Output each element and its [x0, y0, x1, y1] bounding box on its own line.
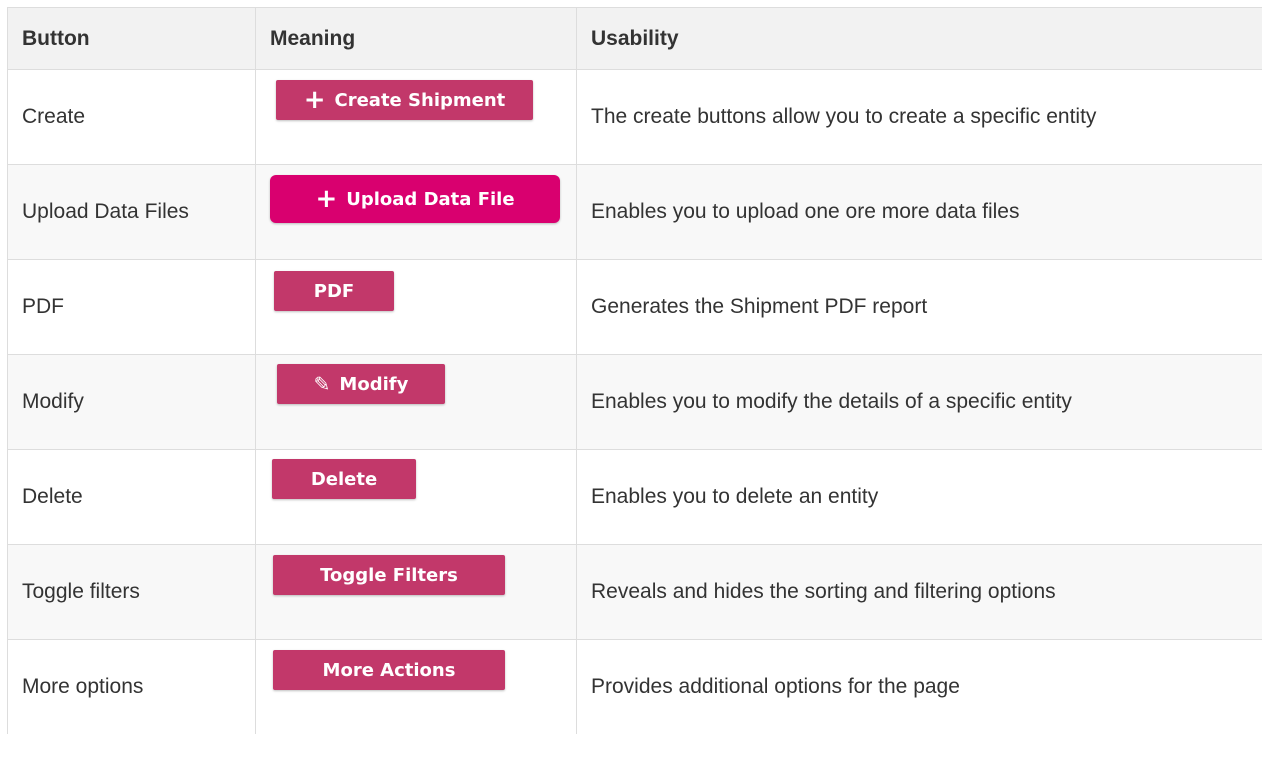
delete-button[interactable]: Delete [272, 459, 416, 499]
upload-data-file-button-label: Upload Data File [346, 188, 515, 210]
pdf-button-label: PDF [313, 280, 355, 302]
row-usability: Enables you to delete an entity [576, 449, 1262, 545]
button-reference-table: Button Meaning Usability Create + Create… [7, 7, 1262, 734]
row-button-cell: More Actions [255, 639, 577, 734]
table-row: Create + Create Shipment The create butt… [7, 69, 1262, 165]
header-button: Button [7, 7, 256, 70]
row-name: PDF [7, 259, 256, 355]
row-usability: Generates the Shipment PDF report [576, 259, 1262, 355]
row-name: Delete [7, 449, 256, 545]
row-button-cell: Toggle Filters [255, 544, 577, 640]
row-button-cell: + Create Shipment [255, 69, 577, 165]
table-header-row: Button Meaning Usability [7, 7, 1262, 70]
row-name: Toggle filters [7, 544, 256, 640]
table-row: Modify ✎ Modify Enables you to modify th… [7, 354, 1262, 450]
plus-icon: + [303, 85, 326, 115]
create-shipment-button[interactable]: + Create Shipment [276, 80, 533, 120]
modify-button[interactable]: ✎ Modify [277, 364, 445, 404]
table-row: More options More Actions Provides addit… [7, 639, 1262, 734]
toggle-filters-button[interactable]: Toggle Filters [273, 555, 505, 595]
upload-data-file-button[interactable]: + Upload Data File [270, 175, 560, 223]
row-name: More options [7, 639, 256, 734]
table-row: PDF PDF Generates the Shipment PDF repor… [7, 259, 1262, 355]
table-row: Upload Data Files + Upload Data File Ena… [7, 164, 1262, 260]
row-usability: Enables you to upload one ore more data … [576, 164, 1262, 260]
toggle-filters-button-label: Toggle Filters [320, 564, 458, 586]
row-usability: Reveals and hides the sorting and filter… [576, 544, 1262, 640]
pdf-button[interactable]: PDF [274, 271, 394, 311]
header-usability: Usability [576, 7, 1262, 70]
table-row: Toggle filters Toggle Filters Reveals an… [7, 544, 1262, 640]
row-name: Create [7, 69, 256, 165]
row-name: Modify [7, 354, 256, 450]
modify-button-label: Modify [339, 373, 409, 395]
more-actions-button[interactable]: More Actions [273, 650, 505, 690]
pencil-icon: ✎ [313, 372, 331, 396]
row-usability: Enables you to modify the details of a s… [576, 354, 1262, 450]
table-row: Delete Delete Enables you to delete an e… [7, 449, 1262, 545]
row-button-cell: PDF [255, 259, 577, 355]
row-button-cell: + Upload Data File [255, 164, 577, 260]
header-meaning: Meaning [255, 7, 577, 70]
create-shipment-button-label: Create Shipment [334, 89, 506, 111]
row-usability: The create buttons allow you to create a… [576, 69, 1262, 165]
row-button-cell: ✎ Modify [255, 354, 577, 450]
row-button-cell: Delete [255, 449, 577, 545]
delete-button-label: Delete [310, 468, 378, 490]
row-usability: Provides additional options for the page [576, 639, 1262, 734]
row-name: Upload Data Files [7, 164, 256, 260]
more-actions-button-label: More Actions [322, 659, 456, 681]
plus-icon: + [315, 184, 338, 214]
